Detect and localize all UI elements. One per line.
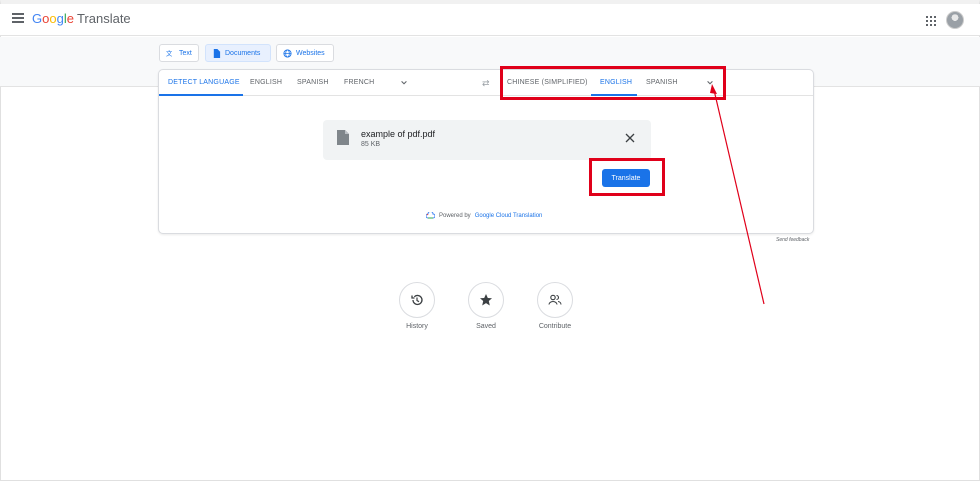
hamburger-menu-icon[interactable] xyxy=(12,13,24,23)
documents-mode-button[interactable]: Documents xyxy=(205,44,271,62)
history-icon xyxy=(411,294,423,306)
contribute-shortcut[interactable]: Contribute xyxy=(535,282,575,330)
svg-text:文: 文 xyxy=(166,49,173,57)
source-lang-spanish[interactable]: SPANISH xyxy=(297,79,329,86)
file-name: example of pdf.pdf xyxy=(361,129,436,139)
file-icon xyxy=(337,130,349,145)
document-icon xyxy=(213,48,221,58)
account-avatar[interactable] xyxy=(946,11,964,29)
top-bar: Google Translate xyxy=(0,4,980,36)
remove-file-close-icon[interactable] xyxy=(625,133,635,143)
people-icon xyxy=(548,294,562,305)
uploaded-file-card: example of pdf.pdf 85 KB xyxy=(323,120,651,160)
target-language-highlight-box xyxy=(500,66,726,100)
text-mode-button[interactable]: 文 Text xyxy=(159,44,199,62)
history-button[interactable] xyxy=(399,282,435,318)
file-size: 85 KB xyxy=(361,141,381,148)
saved-button[interactable] xyxy=(468,282,504,318)
translate-button-highlight-box xyxy=(589,158,665,196)
source-lang-english[interactable]: ENGLISH xyxy=(250,79,282,86)
source-lang-french[interactable]: FRENCH xyxy=(344,79,374,86)
source-active-underline xyxy=(159,94,243,96)
source-more-chevron-down-icon[interactable] xyxy=(400,79,408,87)
swap-languages-icon[interactable]: ⇄ xyxy=(482,78,490,89)
powered-by: Powered by Google Cloud Translation xyxy=(426,212,542,219)
star-icon xyxy=(480,294,492,306)
google-cloud-icon xyxy=(426,212,435,219)
history-shortcut[interactable]: History xyxy=(397,282,437,330)
google-apps-icon[interactable] xyxy=(926,16,936,26)
translate-icon: 文 xyxy=(166,49,173,57)
globe-icon xyxy=(283,48,292,58)
product-name: Translate xyxy=(76,11,131,26)
saved-shortcut[interactable]: Saved xyxy=(466,282,506,330)
source-lang-detect[interactable]: DETECT LANGUAGE xyxy=(168,79,240,86)
google-translate-logo[interactable]: Google Translate xyxy=(32,11,131,26)
contribute-button[interactable] xyxy=(537,282,573,318)
send-feedback-link[interactable]: Send feedback xyxy=(776,237,809,243)
google-cloud-translation-link[interactable]: Google Cloud Translation xyxy=(475,213,543,219)
websites-mode-button[interactable]: Websites xyxy=(276,44,334,62)
